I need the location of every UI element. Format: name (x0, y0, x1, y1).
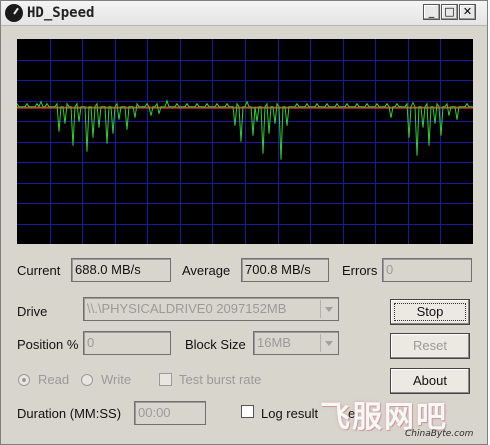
errors-field: 0 (382, 258, 472, 282)
block-size-select[interactable]: 16MB (253, 331, 339, 355)
watermark-site: ChinaByte.com (405, 429, 474, 439)
chevron-down-icon (320, 300, 336, 318)
stop-button[interactable]: Stop (390, 299, 470, 325)
average-speed-field: 700.8 MB/s (241, 258, 329, 282)
duration-input[interactable]: 00:00 (134, 401, 206, 425)
position-input[interactable]: 0 (83, 331, 171, 355)
speed-graph (16, 39, 473, 244)
window-title: HD_Speed (27, 5, 95, 21)
drive-select-value: \\.\PHYSICALDRIVE0 2097152MB (87, 301, 287, 316)
block-size-label: Block Size (185, 337, 246, 352)
current-speed-field: 688.0 MB/s (71, 258, 171, 282)
speedometer-icon (5, 4, 23, 22)
block-size-value: 16MB (257, 335, 291, 350)
read-radio[interactable] (18, 374, 30, 386)
write-radio-label: Write (101, 372, 132, 387)
burst-rate-label: Test burst rate (179, 372, 262, 387)
chevron-down-icon (320, 334, 336, 352)
about-button[interactable]: About (390, 368, 470, 394)
average-label: Average (182, 263, 231, 278)
graph-grid (17, 39, 473, 244)
speed-graph-canvas (16, 39, 473, 244)
close-button[interactable]: ✕ (459, 4, 476, 20)
current-label: Current (17, 263, 61, 278)
reset-button[interactable]: Reset (390, 333, 470, 359)
write-radio[interactable] (81, 374, 93, 386)
position-label: Position % (17, 337, 79, 352)
duration-label: Duration (MM:SS) (17, 406, 122, 421)
title-bar[interactable]: HD_Speed _ □ ✕ (1, 1, 487, 26)
log-result-checkbox[interactable] (241, 405, 254, 418)
read-radio-label: Read (38, 372, 70, 387)
minimize-button[interactable]: _ (423, 4, 440, 20)
errors-label: Errors (342, 263, 378, 278)
hd-speed-window: HD_Speed _ □ ✕ Current 688.0 MB/s Averag… (0, 0, 488, 445)
burst-rate-checkbox[interactable] (159, 373, 172, 386)
log-result-label: Log result (261, 406, 319, 421)
maximize-button[interactable]: □ (441, 4, 458, 20)
drive-label: Drive (17, 304, 48, 319)
drive-select[interactable]: \\.\PHYSICALDRIVE0 2097152MB (83, 297, 339, 321)
